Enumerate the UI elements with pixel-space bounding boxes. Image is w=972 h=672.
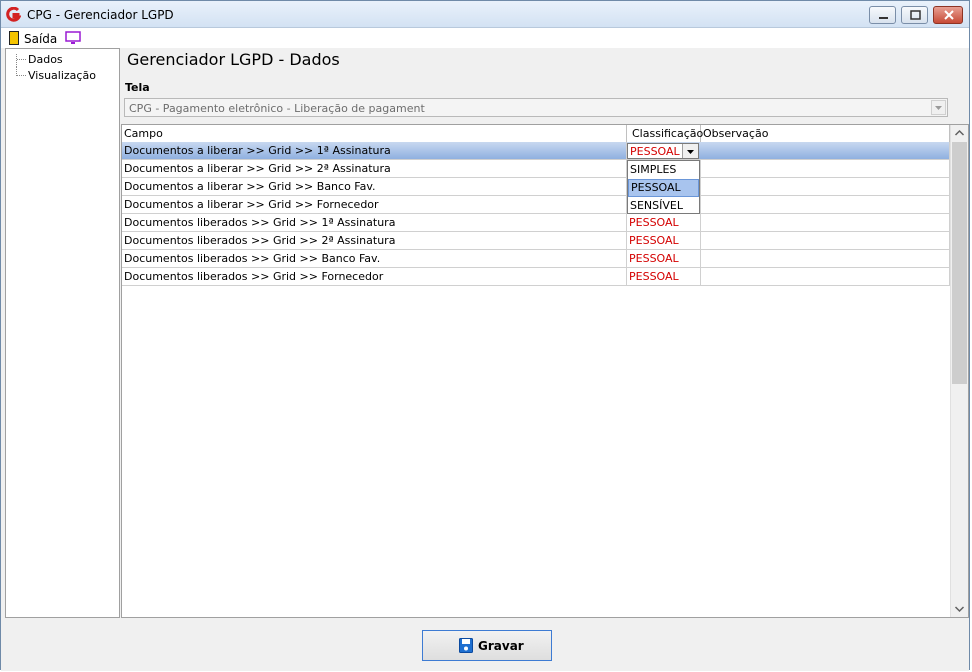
cell-observacao[interactable] xyxy=(701,178,950,195)
floppy-disk-icon xyxy=(459,638,473,653)
scroll-down-button[interactable] xyxy=(951,600,968,617)
window-title: CPG - Gerenciador LGPD xyxy=(27,8,174,22)
cell-observacao[interactable] xyxy=(701,232,950,249)
table-row[interactable]: Documentos a liberar >> Grid >> 2ª Assin… xyxy=(122,160,950,178)
monitor-icon[interactable] xyxy=(65,31,81,45)
table-row[interactable]: Documentos a liberar >> Grid >> Banco Fa… xyxy=(122,178,950,196)
scroll-thumb[interactable] xyxy=(952,142,967,384)
cell-observacao[interactable] xyxy=(701,160,950,177)
cell-campo: Documentos liberados >> Grid >> Banco Fa… xyxy=(122,250,627,267)
cell-observacao[interactable] xyxy=(701,142,950,159)
tree-item-label: Dados xyxy=(28,53,63,66)
tree-item-visualizacao[interactable]: Visualização xyxy=(6,67,118,83)
table-row[interactable]: Documentos a liberar >> Grid >> 1ª Assin… xyxy=(122,142,950,160)
cell-campo: Documentos liberados >> Grid >> 2ª Assin… xyxy=(122,232,627,249)
classification-dropdown-button[interactable] xyxy=(682,144,698,158)
tree-connector xyxy=(17,75,26,76)
column-header-classificacao[interactable]: Classificação xyxy=(627,125,703,142)
cell-classificacao[interactable]: PESSOAL xyxy=(627,250,701,267)
exit-label: Saída xyxy=(24,32,58,46)
chevron-up-icon xyxy=(954,129,965,136)
exit-door-icon xyxy=(9,31,19,45)
classification-editor-value: PESSOAL xyxy=(630,145,680,158)
chevron-down-icon xyxy=(935,106,942,110)
tela-select-value: CPG - Pagamento eletrônico - Liberação d… xyxy=(129,102,425,115)
table-row[interactable]: Documentos liberados >> Grid >> 2ª Assin… xyxy=(122,232,950,250)
dropdown-option-pessoal[interactable]: PESSOAL xyxy=(628,179,699,197)
cell-observacao[interactable] xyxy=(701,196,950,213)
maximize-button[interactable] xyxy=(901,6,928,24)
cell-observacao[interactable] xyxy=(701,268,950,285)
close-icon xyxy=(944,10,954,20)
tree-item-label: Visualização xyxy=(28,69,96,82)
minimize-button[interactable] xyxy=(869,6,896,24)
app-window: CPG - Gerenciador LGPD Saída Dados Visua… xyxy=(0,0,970,671)
cell-classificacao[interactable]: PESSOAL xyxy=(627,232,701,249)
tree-connector xyxy=(17,59,26,60)
table-row[interactable]: Documentos liberados >> Grid >> 1ª Assin… xyxy=(122,214,950,232)
classification-editor[interactable]: PESSOAL xyxy=(627,143,699,159)
cell-observacao[interactable] xyxy=(701,214,950,231)
column-header-campo[interactable]: Campo xyxy=(122,125,627,142)
cell-campo: Documentos a liberar >> Grid >> 2ª Assin… xyxy=(122,160,627,177)
cell-classificacao[interactable]: PESSOAL xyxy=(627,268,701,285)
chevron-down-icon xyxy=(687,150,694,154)
dropdown-option-sensivel[interactable]: SENSÍVEL xyxy=(628,197,699,215)
cell-classificacao[interactable]: PESSOAL xyxy=(627,214,701,231)
table-row[interactable]: Documentos liberados >> Grid >> Banco Fa… xyxy=(122,250,950,268)
cell-campo: Documentos a liberar >> Grid >> Forneced… xyxy=(122,196,627,213)
vertical-scrollbar[interactable] xyxy=(950,125,968,617)
table-row[interactable]: Documentos a liberar >> Grid >> Forneced… xyxy=(122,196,950,214)
maximize-icon xyxy=(910,10,921,20)
page-title: Gerenciador LGPD - Dados xyxy=(127,50,340,69)
tela-label: Tela xyxy=(125,81,150,94)
dropdown-option-simples[interactable]: SIMPLES xyxy=(628,161,699,179)
minimize-icon xyxy=(879,17,888,19)
close-button[interactable] xyxy=(933,6,963,24)
tela-select[interactable]: CPG - Pagamento eletrônico - Liberação d… xyxy=(124,98,948,117)
cell-observacao[interactable] xyxy=(701,250,950,267)
cell-campo: Documentos a liberar >> Grid >> Banco Fa… xyxy=(122,178,627,195)
tree-item-dados[interactable]: Dados xyxy=(6,51,118,67)
tree-connector xyxy=(16,54,18,67)
save-button[interactable]: Gravar xyxy=(422,630,552,661)
save-button-label: Gravar xyxy=(478,639,524,653)
app-g-icon xyxy=(6,7,21,22)
fields-grid: Campo Classificação Observação Documento… xyxy=(121,124,969,618)
tela-dropdown-button[interactable] xyxy=(931,100,946,115)
title-bar[interactable]: CPG - Gerenciador LGPD xyxy=(1,1,969,28)
main-content: Gerenciador LGPD - Dados Tela CPG - Paga… xyxy=(121,48,969,618)
navigation-tree: Dados Visualização xyxy=(5,48,120,618)
chevron-down-icon xyxy=(954,606,965,613)
classification-dropdown-list: SIMPLES PESSOAL SENSÍVEL xyxy=(627,160,700,214)
cell-campo: Documentos a liberar >> Grid >> 1ª Assin… xyxy=(122,142,627,159)
column-header-observacao[interactable]: Observação xyxy=(701,125,950,142)
menu-bar: Saída xyxy=(1,28,969,48)
cell-campo: Documentos liberados >> Grid >> Forneced… xyxy=(122,268,627,285)
grid-header: Campo Classificação Observação xyxy=(122,125,950,143)
scroll-up-button[interactable] xyxy=(951,125,968,142)
table-row[interactable]: Documentos liberados >> Grid >> Forneced… xyxy=(122,268,950,286)
cell-campo: Documentos liberados >> Grid >> 1ª Assin… xyxy=(122,214,627,231)
footer-bar: Gravar xyxy=(1,618,969,671)
